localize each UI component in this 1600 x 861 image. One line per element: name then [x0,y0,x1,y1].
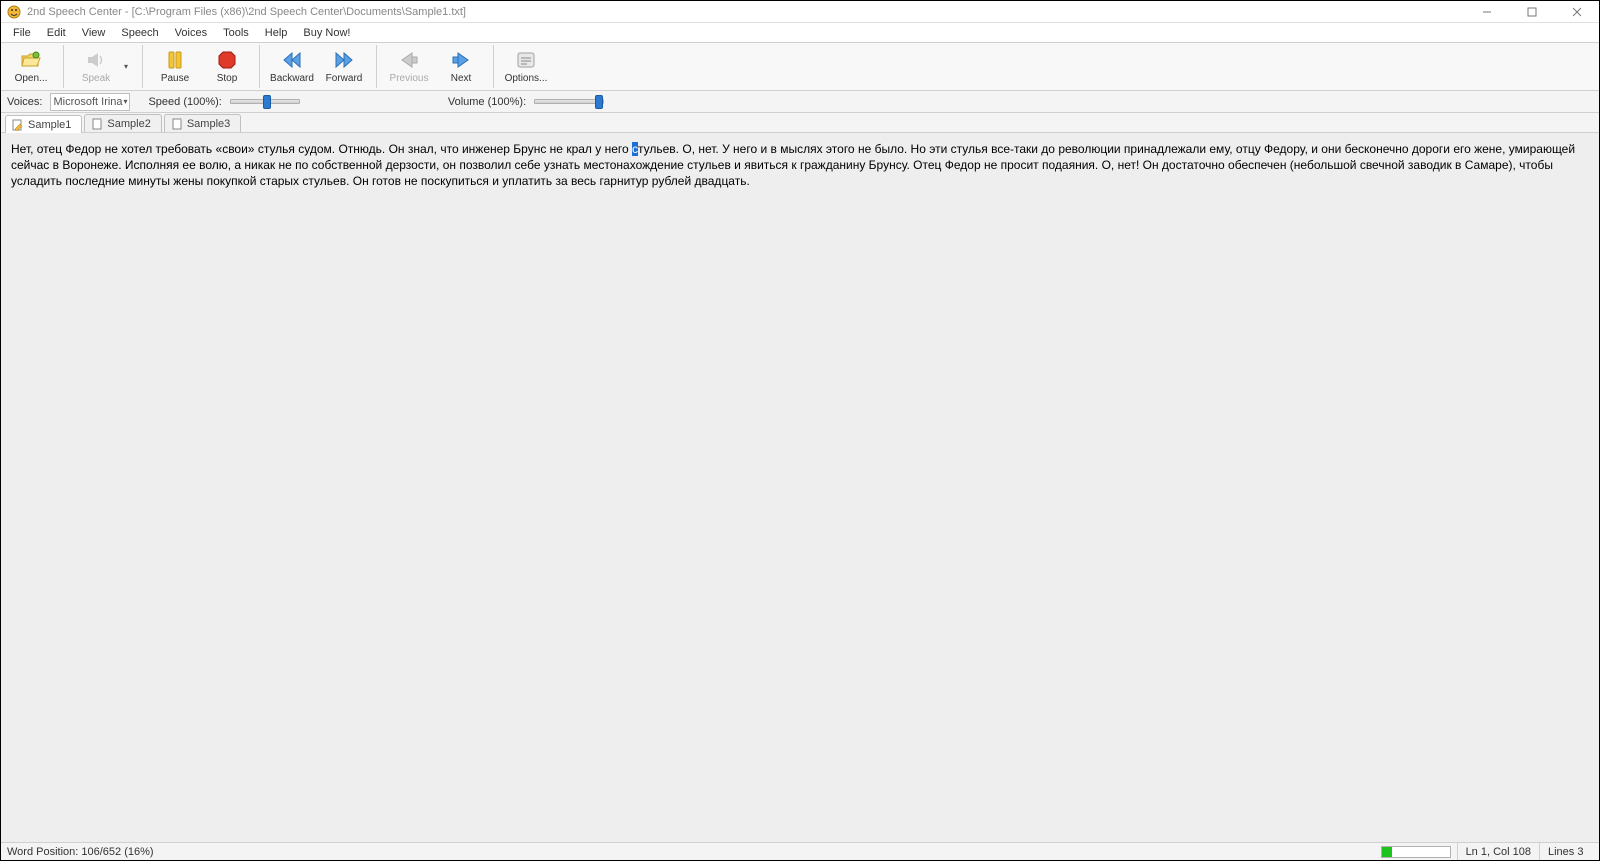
speed-slider[interactable] [230,99,300,104]
window-title: 2nd Speech Center - [C:\Program Files (x… [27,6,466,18]
voice-select[interactable]: Microsoft Irina D ▾ [50,93,130,111]
volume-label: Volume (100%): [448,96,526,108]
status-progress-fill [1382,847,1393,857]
speak-label: Speak [82,73,110,84]
menu-view[interactable]: View [74,25,114,41]
menu-buy-now[interactable]: Buy Now! [295,25,358,41]
menu-speech[interactable]: Speech [113,25,166,41]
stop-button[interactable]: Stop [201,45,253,88]
window-controls [1464,1,1599,23]
close-button[interactable] [1554,1,1599,23]
tab-sample1[interactable]: Sample1 [5,115,82,133]
status-lines: Lines 3 [1539,843,1599,860]
forward-icon [333,49,355,71]
title-bar: 2nd Speech Center - [C:\Program Files (x… [1,1,1599,23]
forward-label: Forward [326,73,363,84]
next-label: Next [451,73,472,84]
folder-open-icon [20,49,42,71]
speak-icon [85,49,107,71]
options-icon [515,49,537,71]
open-button[interactable]: Open... [5,45,57,88]
speak-button[interactable]: Speak ▾ [70,45,136,88]
tab-label: Sample1 [28,119,71,131]
volume-slider-thumb[interactable] [595,95,603,109]
chevron-down-icon: ▾ [123,97,127,106]
voices-label: Voices: [7,96,42,108]
menu-tools[interactable]: Tools [215,25,257,41]
pause-icon [164,49,186,71]
tab-bar: Sample1 Sample2 Sample3 [1,113,1599,133]
previous-icon [398,49,420,71]
chevron-down-icon[interactable]: ▾ [124,62,134,71]
tab-label: Sample3 [187,118,230,130]
status-ln-col: Ln 1, Col 108 [1457,843,1539,860]
next-button[interactable]: Next [435,45,487,88]
document-modified-icon [12,119,24,131]
voice-selected: Microsoft Irina D [53,96,123,108]
pause-button[interactable]: Pause [149,45,201,88]
toolbar: Open... Speak ▾ Pause [1,43,1599,91]
stop-icon [216,49,238,71]
volume-slider[interactable] [534,99,604,104]
status-word-position: Word Position: 106/652 (16%) [1,846,1381,858]
app-window: 2nd Speech Center - [C:\Program Files (x… [0,0,1600,861]
document-icon [171,118,183,130]
secondary-bar: Voices: Microsoft Irina D ▾ Speed (100%)… [1,91,1599,113]
open-label: Open... [15,73,48,84]
backward-icon [281,49,303,71]
document-icon [91,118,103,130]
forward-button[interactable]: Forward [318,45,370,88]
text-content[interactable]: Нет, отец Федор не хотел требовать «свои… [1,133,1599,842]
status-bar: Word Position: 106/652 (16%) Ln 1, Col 1… [1,842,1599,860]
menu-file[interactable]: File [5,25,39,41]
text-before-highlight: Нет, отец Федор не хотел требовать «свои… [11,142,632,156]
speed-slider-thumb[interactable] [263,95,271,109]
tab-label: Sample2 [107,118,150,130]
next-icon [450,49,472,71]
tab-sample2[interactable]: Sample2 [84,114,161,132]
previous-label: Previous [390,73,429,84]
speed-label: Speed (100%): [148,96,221,108]
pause-label: Pause [161,73,189,84]
menu-help[interactable]: Help [257,25,296,41]
backward-button[interactable]: Backward [266,45,318,88]
backward-label: Backward [270,73,314,84]
tab-sample3[interactable]: Sample3 [164,114,241,132]
maximize-button[interactable] [1509,1,1554,23]
minimize-button[interactable] [1464,1,1509,23]
options-label: Options... [505,73,548,84]
app-icon [7,5,21,19]
menu-voices[interactable]: Voices [167,25,215,41]
status-progress [1381,846,1451,858]
previous-button[interactable]: Previous [383,45,435,88]
menu-bar: File Edit View Speech Voices Tools Help … [1,23,1599,43]
menu-edit[interactable]: Edit [39,25,74,41]
stop-label: Stop [217,73,238,84]
options-button[interactable]: Options... [500,45,552,88]
